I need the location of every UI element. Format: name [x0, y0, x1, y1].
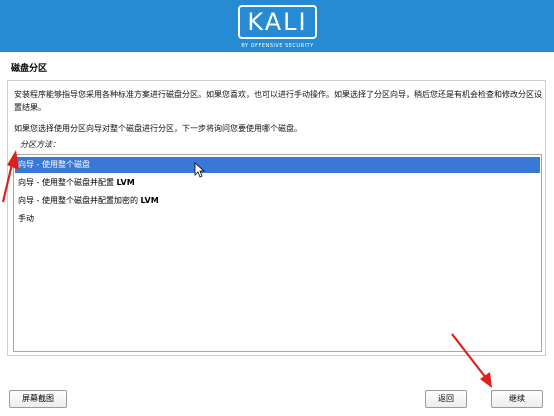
option-guided-lvm[interactable]: 向导 - 使用整个磁盘并配置 LVM — [15, 175, 540, 191]
page-title: 磁盘分区 — [11, 64, 48, 74]
option-label: 向导 - 使用整个磁盘 — [18, 160, 90, 169]
option-label-lvm: LVM — [140, 196, 159, 205]
kali-logo-subtitle: BY OFFENSIVE SECURITY — [241, 43, 314, 49]
continue-button[interactable]: 继续 — [491, 390, 543, 408]
option-guided-entire-disk[interactable]: 向导 - 使用整个磁盘 — [15, 157, 540, 173]
option-label-lvm: LVM — [116, 178, 135, 187]
description-text: 安装程序能够指导您采用各种标准方案进行磁盘分区。如果您喜欢，也可以进行手动操作。… — [14, 90, 542, 112]
partition-method-label: 分区方法： — [20, 140, 60, 149]
option-label: 手动 — [18, 214, 34, 223]
header-banner: KALI BY OFFENSIVE SECURITY — [0, 0, 554, 52]
option-guided-encrypted-lvm[interactable]: 向导 - 使用整个磁盘并配置加密的 LVM — [15, 193, 540, 209]
back-button[interactable]: 返回 — [425, 390, 467, 408]
option-label: 向导 - 使用整个磁盘并配置 — [18, 178, 117, 187]
question-text: 如果您选择使用分区向导对整个磁盘进行分区，下一步将询问您要使用哪个磁盘。 — [14, 124, 302, 133]
option-label: 向导 - 使用整个磁盘并配置加密的 — [18, 196, 141, 205]
option-manual[interactable]: 手动 — [15, 211, 540, 227]
kali-logo: KALI — [238, 5, 317, 39]
partition-method-list[interactable]: 向导 - 使用整个磁盘 向导 - 使用整个磁盘并配置 LVM 向导 - 使用整个… — [13, 154, 542, 352]
screenshot-button[interactable]: 屏幕截图 — [9, 390, 67, 408]
